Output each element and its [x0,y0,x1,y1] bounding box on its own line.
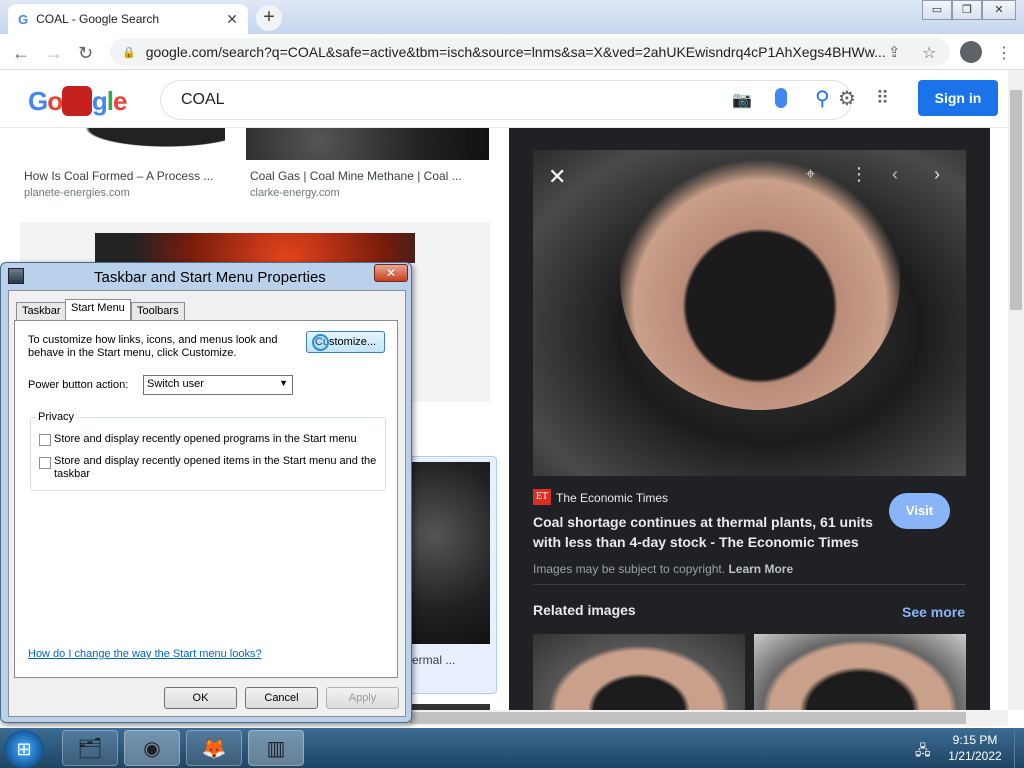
google-logo[interactable]: Gooogle [28,86,128,117]
apps-grid-icon[interactable]: ⠿ [876,88,889,109]
clock-date: 1/21/2022 [948,749,1002,763]
sign-in-button[interactable]: Sign in [918,80,998,116]
customize-description-line1: To customize how links, icons, and menus… [28,334,278,346]
taskbar-properties-taskbar-icon[interactable]: ▥ [248,730,304,766]
network-icon[interactable]: 🖧 [915,740,931,764]
share-icon[interactable]: ⇪ [888,43,901,61]
more-options-icon[interactable]: ⋮ [850,164,868,185]
copyright-notice: Images may be subject to copyright. Lear… [533,562,793,576]
result-source-1[interactable]: planete-energies.com [24,187,130,199]
recent-programs-label: Store and display recently opened progra… [54,433,357,445]
vertical-scroll-thumb[interactable] [1010,90,1022,310]
bookmark-star-icon[interactable]: ☆ [922,43,936,63]
settings-gear-icon[interactable]: ⚙ [838,86,856,111]
visit-button[interactable]: Visit [889,493,950,529]
tab-close-icon[interactable]: ✕ [226,11,238,28]
search-icon[interactable]: ⚲ [815,86,830,111]
source-favicon: ET [533,489,551,505]
horizontal-scroll-thumb[interactable] [410,712,966,724]
reload-icon[interactable]: ↻ [78,43,93,64]
menu-dots-icon[interactable]: ⋮ [996,43,1012,63]
related-image-1[interactable] [533,634,745,710]
dialog-close-button[interactable]: ✕ [374,264,408,282]
address-bar[interactable]: 🔒 google.com/search?q=COAL&safe=active&t… [110,38,950,66]
minimize-button[interactable]: ▭ [922,0,952,20]
close-preview-icon[interactable]: ✕ [548,164,566,190]
power-button-label: Power button action: [28,379,129,391]
lock-icon: 🔒 [122,46,136,59]
search-query: COAL [181,91,225,108]
preview-image-hands [620,150,900,410]
back-icon[interactable]: ← [12,43,30,64]
selected-result-caption[interactable]: ermal ... [412,653,455,667]
panel-divider [533,584,966,585]
see-more-link[interactable]: See more [902,604,965,620]
tab-taskbar[interactable]: Taskbar [16,302,67,321]
browser-tab[interactable]: G COAL - Google Search ✕ [8,4,248,34]
result-thumbnail-2[interactable] [246,128,489,160]
profile-avatar[interactable] [960,41,982,63]
result-caption-2[interactable]: Coal Gas | Coal Mine Methane | Coal ... [250,169,462,183]
cancel-button[interactable]: Cancel [245,687,318,709]
forward-icon[interactable]: → [45,43,63,64]
start-button[interactable]: ⊞ [4,730,44,768]
recent-items-label-line1: Store and display recently opened items … [54,455,377,467]
learn-more-link[interactable]: Learn More [728,562,793,576]
dialog-title: Taskbar and Start Menu Properties [94,269,326,286]
recent-items-checkbox[interactable] [39,457,51,469]
close-window-button[interactable]: ✕ [982,0,1016,20]
camera-icon[interactable]: 📷 [732,90,752,110]
preview-title-line1[interactable]: Coal shortage continues at thermal plant… [533,514,873,530]
tab-title: COAL - Google Search [36,12,160,26]
url-text: google.com/search?q=COAL&safe=active&tbm… [145,44,886,60]
system-clock[interactable]: 9:15 PM 1/21/2022 [940,732,1010,764]
related-images-heading: Related images [533,602,636,618]
ok-button[interactable]: OK [164,687,237,709]
recent-items-label-line2: taskbar [54,468,91,480]
dialog-app-icon [8,268,24,284]
customize-description-line2: behave in the Start menu, click Customiz… [28,347,237,359]
result-source-2[interactable]: clarke-energy.com [250,187,340,199]
show-desktop-button[interactable] [1014,730,1024,768]
power-button-value: Switch user [147,378,204,390]
chrome-taskbar-icon[interactable]: ◉ [124,730,180,766]
new-tab-button[interactable]: + [256,5,282,31]
next-image-icon[interactable]: › [934,164,940,185]
copyright-text: Images may be subject to copyright. [533,562,726,576]
dropdown-arrow-icon: ▼ [279,378,288,388]
tab-start-menu[interactable]: Start Menu [65,299,131,322]
recent-programs-checkbox[interactable] [39,434,51,446]
selected-result-thumbnail[interactable] [410,462,490,644]
google-favicon-icon: G [18,11,29,27]
apply-button[interactable]: Apply [326,687,399,709]
power-button-select[interactable]: Switch user ▼ [143,375,293,395]
prev-image-icon[interactable]: ‹ [892,164,898,185]
result-caption-1[interactable]: How Is Coal Formed – A Process ... [24,169,213,183]
maximize-button[interactable]: ❐ [952,0,982,20]
tab-toolbars[interactable]: Toolbars [131,302,185,321]
firefox-taskbar-icon[interactable]: 🦊 [186,730,242,766]
preview-title-line2[interactable]: with less than 4-day stock - The Economi… [533,534,859,550]
file-explorer-taskbar-icon[interactable]: 🗂 [62,730,118,766]
busy-cursor-icon [312,334,329,351]
result-thumbnail-1[interactable] [30,128,225,160]
result-thumbnail-3[interactable] [95,233,415,263]
preview-source[interactable]: The Economic Times [556,491,668,505]
start-menu-pane [14,320,398,678]
clock-time: 9:15 PM [952,733,998,747]
help-link[interactable]: How do I change the way the Start menu l… [28,648,262,661]
privacy-group-label: Privacy [36,411,77,424]
related-image-2[interactable] [754,634,966,710]
lens-icon[interactable]: ⌖ [806,166,815,184]
microphone-icon[interactable] [775,88,787,108]
